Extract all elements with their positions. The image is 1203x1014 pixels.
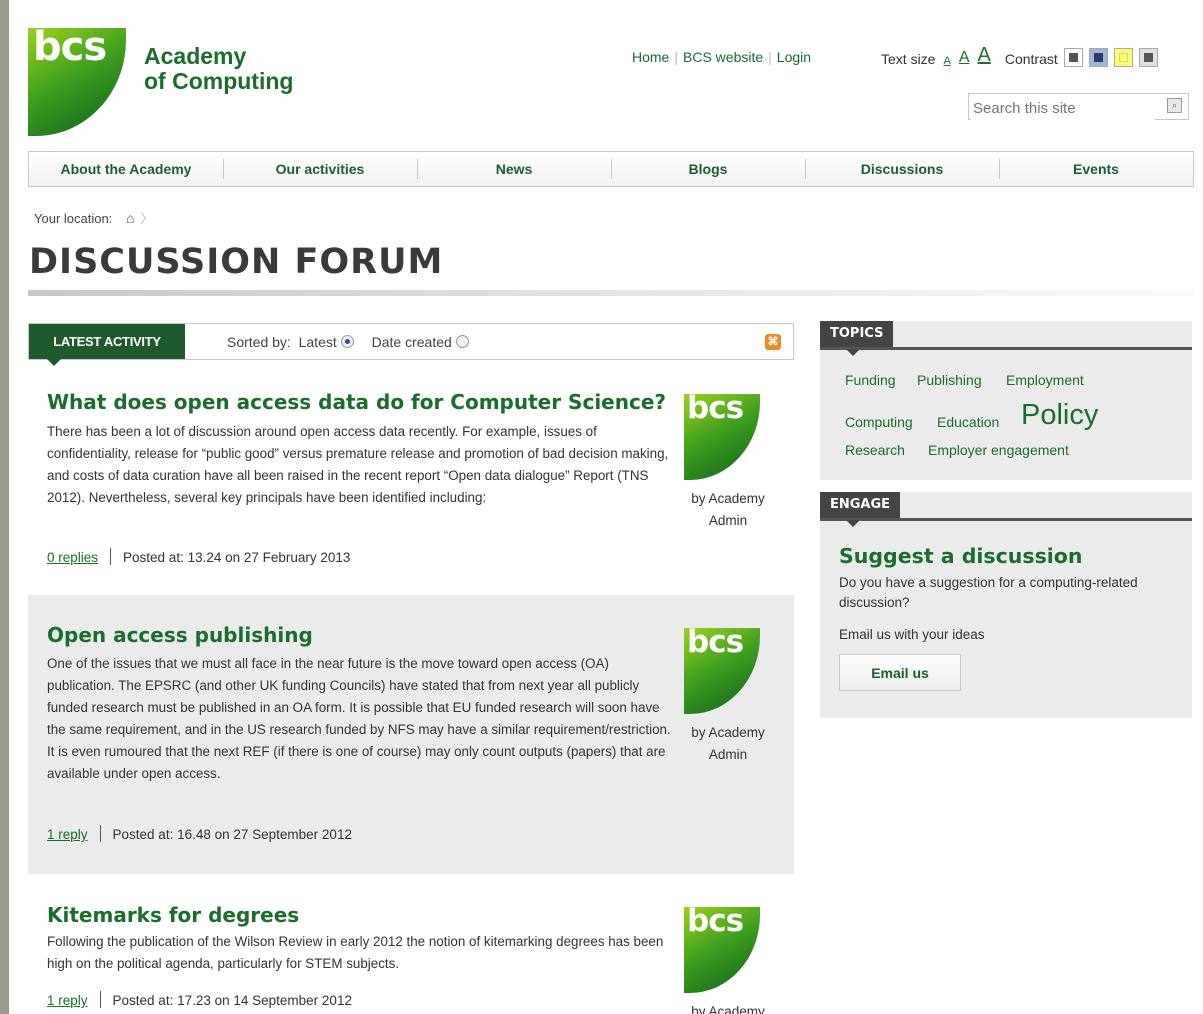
divider: | (674, 49, 678, 65)
accessibility-controls: Text size A A A Contrast (881, 44, 1158, 67)
topics-heading: TOPICS (820, 321, 894, 356)
search-icon[interactable]: ⌕ (1167, 98, 1182, 113)
post-author: by Academy Admin (691, 725, 765, 762)
post-title[interactable]: Open access publishing (47, 623, 313, 647)
replies-link[interactable]: 1 reply (47, 993, 88, 1008)
sort-date-radio[interactable] (455, 335, 469, 348)
post-excerpt: There has been a lot of discussion aroun… (47, 424, 669, 505)
main-nav: About the Academy Our activities News Bl… (28, 151, 1194, 187)
posted-date: Posted at: 16.48 on 27 September 2012 (112, 827, 352, 842)
text-size-small[interactable]: A (943, 55, 950, 67)
topics-panel: TOPICS Funding Publishing Employment Com… (820, 321, 1192, 480)
page-title: DISCUSSION FORUM (29, 242, 444, 282)
search-input[interactable] (971, 95, 1155, 121)
sort-date-label[interactable]: Date created (372, 334, 452, 350)
post-item: Open access publishing One of the issues… (28, 595, 794, 874)
email-us-button[interactable]: Email us (839, 654, 961, 691)
nav-discussions[interactable]: Discussions (805, 152, 999, 186)
search-box: ⌕ (968, 93, 1189, 121)
tag-education[interactable]: Education (937, 414, 999, 430)
post-meta: 0 replies Posted at: 13.24 on 27 February… (47, 548, 350, 565)
tag-employment[interactable]: Employment (1006, 372, 1084, 388)
tag-employer-engagement[interactable]: Employer engagement (928, 442, 1069, 458)
bcs-logo[interactable]: bcs (28, 28, 126, 136)
latest-activity-tab[interactable]: LATEST ACTIVITY (29, 324, 185, 366)
chevron-right-icon: 〉 (140, 211, 154, 226)
nav-about[interactable]: About the Academy (29, 152, 223, 186)
nav-events[interactable]: Events (999, 152, 1193, 186)
nav-news[interactable]: News (417, 152, 611, 186)
nav-activities[interactable]: Our activities (223, 152, 417, 186)
author-avatar[interactable]: bcs (684, 907, 760, 993)
replies-link[interactable]: 0 replies (47, 550, 98, 565)
site-brand[interactable]: Academy of Computing (144, 44, 293, 94)
bcs-website-link[interactable]: BCS website (683, 49, 763, 65)
contrast-default-icon[interactable] (1063, 48, 1083, 67)
engage-panel: ENGAGE Suggest a discussion Do you have … (820, 492, 1192, 718)
activity-bar: LATEST ACTIVITY Sorted by: Latest Date c… (28, 323, 794, 366)
home-icon[interactable]: ⌂ (126, 210, 134, 226)
logo-text: bcs (33, 28, 107, 70)
posted-date: Posted at: 13.24 on 27 February 2013 (123, 550, 351, 565)
contrast-grey-icon[interactable] (1138, 48, 1158, 67)
tag-policy[interactable]: Policy (1021, 399, 1098, 432)
brand-line-2: of Computing (144, 68, 294, 94)
contrast-yellow-icon[interactable] (1113, 48, 1133, 67)
sorted-by-label: Sorted by: (227, 334, 291, 350)
breadcrumb: Your location: ⌂ 〉 (34, 208, 153, 227)
post-author: by Academy Admin (691, 491, 765, 528)
post-item: What does open access data do for Comput… (28, 372, 794, 594)
engage-email-text: Email us with your ideas (839, 627, 985, 642)
tag-funding[interactable]: Funding (845, 372, 896, 388)
replies-link[interactable]: 1 reply (47, 827, 88, 842)
breadcrumb-label: Your location: (34, 211, 113, 226)
avatar-text: bcs (687, 394, 744, 426)
tag-publishing[interactable]: Publishing (917, 372, 982, 388)
engage-heading: ENGAGE (820, 492, 901, 527)
tag-research[interactable]: Research (845, 442, 905, 458)
text-size-label: Text size (881, 51, 936, 67)
sort-controls: Sorted by: Latest Date created (227, 334, 469, 350)
avatar-text: bcs (687, 907, 744, 939)
home-link[interactable]: Home (632, 49, 669, 65)
post-author: by Academy (691, 1004, 765, 1014)
author-avatar[interactable]: bcs (684, 628, 760, 714)
nav-blogs[interactable]: Blogs (611, 152, 805, 186)
rss-icon[interactable]: ⌘ (765, 334, 781, 350)
post-title[interactable]: What does open access data do for Comput… (47, 390, 666, 414)
title-divider (28, 290, 1194, 296)
brand-line-1: Academy (144, 43, 247, 69)
sort-latest-radio[interactable] (340, 335, 354, 348)
login-link[interactable]: Login (777, 49, 811, 65)
text-size-large[interactable]: A (977, 44, 990, 67)
post-excerpt: Following the publication of the Wilson … (47, 934, 664, 971)
avatar-text: bcs (687, 628, 744, 660)
post-meta: 1 reply Posted at: 16.48 on 27 September … (47, 825, 352, 842)
post-excerpt: One of the issues that we must all face … (47, 656, 671, 781)
engage-text: Do you have a suggestion for a computing… (839, 575, 1138, 610)
contrast-blue-icon[interactable] (1088, 48, 1108, 67)
engage-title: Suggest a discussion (839, 544, 1083, 568)
contrast-label: Contrast (1004, 51, 1058, 67)
posted-date: Posted at: 17.23 on 14 September 2012 (112, 993, 352, 1008)
tag-computing[interactable]: Computing (845, 414, 913, 430)
sort-latest-label[interactable]: Latest (299, 334, 337, 350)
top-links: Home | BCS website | Login (632, 49, 811, 65)
post-title[interactable]: Kitemarks for degrees (47, 903, 299, 927)
author-avatar[interactable]: bcs (684, 394, 760, 480)
text-size-medium[interactable]: A (959, 49, 970, 67)
post-item: Kitemarks for degrees Following the publ… (28, 895, 794, 1014)
divider: | (768, 49, 772, 65)
post-meta: 1 reply Posted at: 17.23 on 14 September … (47, 991, 352, 1008)
left-edge-bar (0, 0, 9, 1014)
